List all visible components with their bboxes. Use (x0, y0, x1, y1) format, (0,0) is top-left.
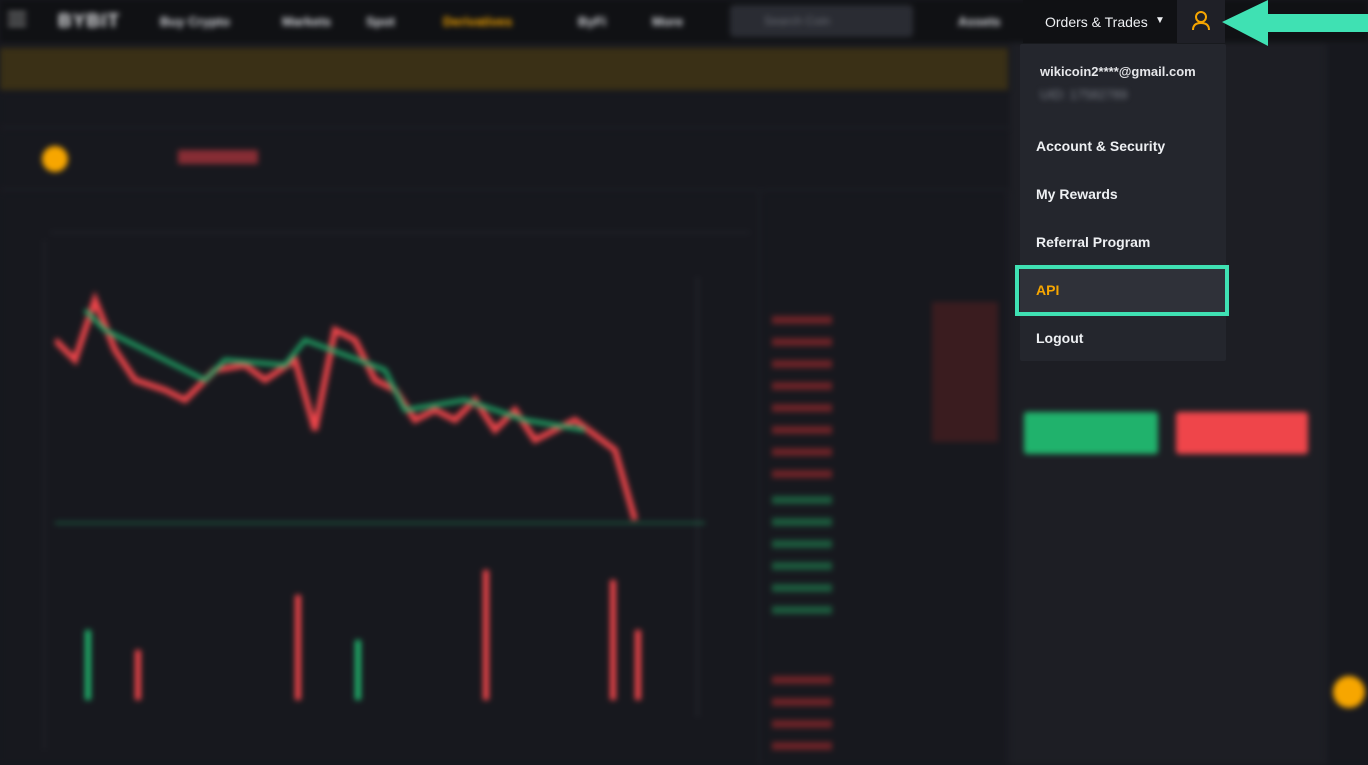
last-price (178, 150, 258, 164)
menu-my-rewards[interactable]: My Rewards (1020, 172, 1226, 216)
menu-referral-program[interactable]: Referral Program (1020, 220, 1226, 264)
nav-markets[interactable]: Markets (282, 14, 331, 29)
price-line-red (55, 291, 638, 521)
orders-trades-label: Orders & Trades (1045, 14, 1148, 30)
announcement-banner (0, 48, 1008, 90)
volume-bars (85, 570, 641, 700)
chart-toolbar-divider (50, 232, 750, 233)
menu-api[interactable]: API (1020, 268, 1226, 312)
search-placeholder: Search Coin (764, 14, 831, 28)
bid-prices (772, 482, 832, 622)
btc-coin-icon (42, 146, 68, 172)
contract-info-bar (0, 130, 1010, 190)
candlestick-chart (55, 291, 705, 524)
logo[interactable]: BYBIT (58, 11, 120, 33)
ask-depth (932, 302, 998, 442)
hamburger-icon[interactable] (8, 12, 26, 14)
caret-down-icon: ▼ (1155, 15, 1165, 26)
right-toolbar (1326, 44, 1368, 765)
menu-account-security[interactable]: Account & Security (1020, 124, 1226, 168)
orders-trades-menu[interactable]: Orders & Trades ▼ (1023, 0, 1178, 43)
user-account-button[interactable] (1177, 0, 1225, 43)
nav-assets[interactable]: Assets (958, 14, 1001, 29)
nav-byfi[interactable]: ByFi (578, 14, 606, 29)
price-axis (697, 277, 755, 717)
sell-short-button[interactable] (1176, 412, 1308, 454)
nav-derivatives[interactable]: Derivatives (443, 14, 512, 29)
user-dropdown-menu: wikicoin2****@gmail.com UID: 17582789 Ac… (1020, 44, 1226, 361)
ask-prices (772, 302, 832, 502)
account-email: wikicoin2****@gmail.com (1040, 64, 1196, 79)
search-input[interactable]: Search Coin (730, 5, 913, 37)
account-uid: UID: 17582789 (1040, 87, 1128, 102)
buy-long-button[interactable] (1024, 412, 1158, 454)
nav-buy-crypto[interactable]: Buy Crypto (160, 14, 230, 29)
support-chat-icon[interactable] (1333, 676, 1365, 708)
nav-spot[interactable]: Spot (366, 14, 395, 29)
order-book-panel (762, 192, 1008, 765)
drawing-tools-divider (44, 240, 45, 750)
ticker-row (0, 92, 1010, 128)
recent-trades (772, 662, 832, 762)
user-icon (1192, 11, 1210, 31)
nav-more[interactable]: More (652, 14, 683, 29)
arrow-left-icon (1222, 0, 1368, 46)
menu-logout[interactable]: Logout (1020, 316, 1226, 360)
